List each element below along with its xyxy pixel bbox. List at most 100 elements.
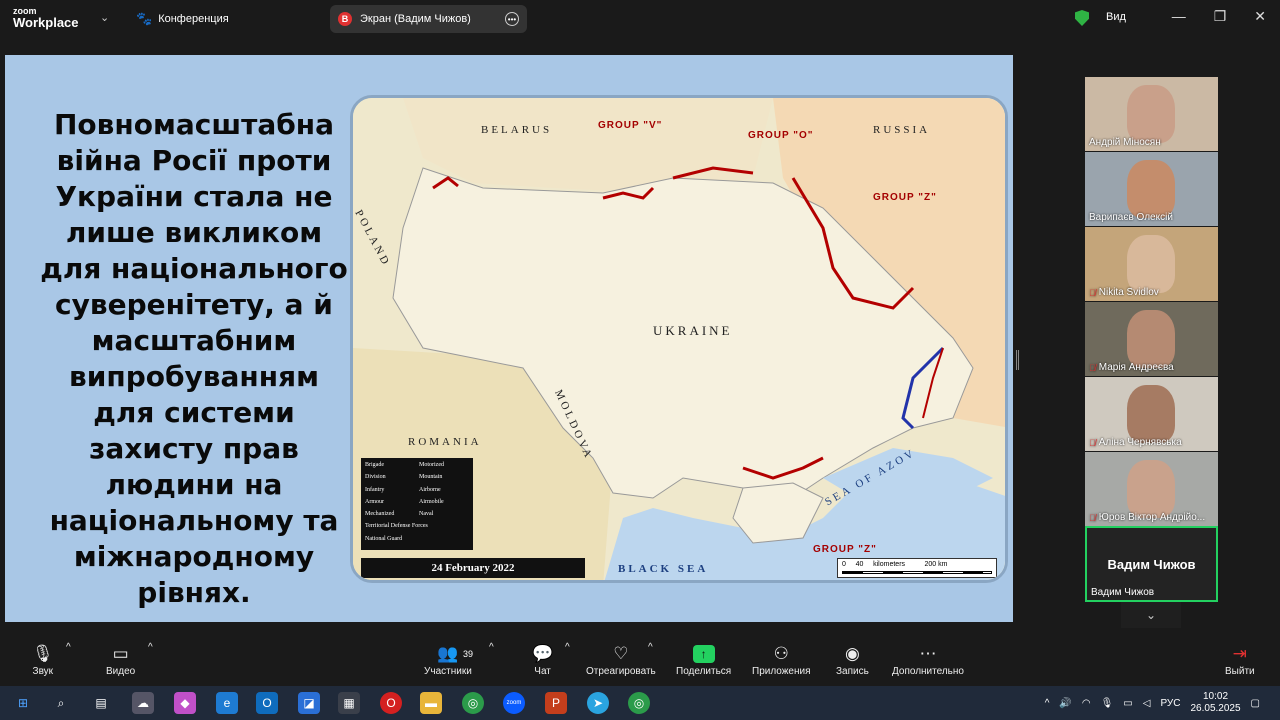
apps-button[interactable]: ⚇ Приложения <box>752 642 811 677</box>
label-russia: RUSSIA <box>873 124 931 136</box>
map-scale: 0 40 kilometers 200 km <box>837 558 997 578</box>
view-button[interactable]: Вид <box>1106 11 1126 23</box>
zoom-taskbar-icon[interactable]: zoom <box>503 692 525 714</box>
participants-options-caret[interactable]: ^ <box>489 642 494 653</box>
language-indicator[interactable]: РУС <box>1160 698 1180 709</box>
label-black-sea: BLACK SEA <box>618 563 709 575</box>
screen-share-indicator[interactable]: В Экран (Вадим Чижов) ••• <box>330 5 527 33</box>
participant-name: Аліна Чернявська <box>1098 437 1182 448</box>
leave-button[interactable]: ⇥ Выйти <box>1225 642 1255 677</box>
clock[interactable]: 10:02 26.05.2025 <box>1190 691 1240 715</box>
mic-muted-icon: 🎙̸ <box>1089 437 1096 448</box>
battery-icon[interactable]: ▭ <box>1123 698 1132 709</box>
react-options-caret[interactable]: ^ <box>648 642 653 653</box>
chevron-down-icon: ⌄ <box>1145 608 1157 622</box>
app-icon[interactable]: ◪ <box>298 692 320 714</box>
audio-button[interactable]: 🎙 Звук <box>32 642 54 677</box>
copilot-icon[interactable]: ◆ <box>174 692 196 714</box>
store-icon[interactable]: ▦ <box>338 692 360 714</box>
participant-tile[interactable]: Варипаєв Олексій <box>1085 152 1218 226</box>
file-explorer-icon[interactable]: ▬ <box>420 692 442 714</box>
participant-tile[interactable]: 🎙̸ Nikita Svidlov <box>1085 227 1218 301</box>
label-group-o: GROUP "O" <box>748 130 814 141</box>
wifi-icon[interactable]: ◠ <box>1082 698 1091 709</box>
ukraine-invasion-map: BELARUS RUSSIA POLAND ROMANIA MOLDOVA UK… <box>350 95 1008 583</box>
react-button[interactable]: ♡ Отреагировать <box>586 642 656 677</box>
mic-tray-icon[interactable]: 🎙 <box>1101 698 1114 709</box>
chat-icon: 💬 <box>532 644 554 663</box>
exit-icon: ⇥ <box>1232 644 1247 663</box>
record-icon: ◉ <box>844 644 860 663</box>
speaker-icon[interactable]: 🔊 <box>1059 698 1071 709</box>
participant-name: Nikita Svidlov <box>1098 287 1159 298</box>
chrome-icon[interactable]: ◎ <box>462 692 484 714</box>
meeting-info-button[interactable]: 🐾 Конференция <box>136 11 229 27</box>
tray-overflow-icon[interactable]: ^ <box>1045 698 1050 709</box>
search-icon[interactable]: ⌕ <box>50 692 72 714</box>
volume-icon[interactable]: ◁ <box>1143 698 1151 709</box>
close-icon[interactable]: ✕ <box>1254 8 1266 25</box>
mic-muted-icon: 🎙̸ <box>1089 512 1096 523</box>
encryption-shield-icon[interactable] <box>1075 10 1089 26</box>
video-options-caret[interactable]: ^ <box>148 642 153 653</box>
label-group-v: GROUP "V" <box>598 120 663 131</box>
label-ukraine: UKRAINE <box>653 323 733 338</box>
heart-icon: ♡ <box>613 644 629 663</box>
map-legend: Brigade Motorized Division Mountain Infa… <box>361 458 473 550</box>
label-belarus: BELARUS <box>481 124 553 136</box>
participants-icon: 👥 <box>437 644 459 663</box>
edge-icon[interactable]: e <box>216 692 238 714</box>
participant-tile[interactable]: 🎙̸ Марія Андреєва <box>1085 302 1218 376</box>
telegram-icon[interactable]: ➤ <box>587 692 609 714</box>
participants-button[interactable]: 👥 Участники <box>424 642 472 677</box>
chrome-profile-icon[interactable]: ◎ <box>628 692 650 714</box>
label-group-z: GROUP "Z" <box>873 192 937 203</box>
participant-name: Андрій Міносян <box>1089 137 1161 148</box>
video-button[interactable]: ▭ Видео <box>106 642 135 677</box>
sharer-avatar-badge: В <box>338 12 352 26</box>
participant-name: Вадим Чижов <box>1091 587 1155 598</box>
video-feed <box>1127 235 1175 293</box>
label-group-z-south: GROUP "Z" <box>813 544 877 555</box>
video-feed <box>1127 85 1175 143</box>
opera-icon[interactable]: O <box>380 692 402 714</box>
chat-options-caret[interactable]: ^ <box>565 642 570 653</box>
video-feed <box>1127 310 1175 368</box>
record-button[interactable]: ◉ Запись <box>836 642 869 677</box>
chevron-down-icon[interactable]: ⌄ <box>100 11 109 24</box>
maximize-icon[interactable]: ❐ <box>1214 8 1227 25</box>
widgets-icon[interactable]: ☁ <box>132 692 154 714</box>
more-icon: ⋯ <box>919 644 937 663</box>
participant-tile[interactable]: 🎙̸ Юров Віктор Андрійо... <box>1085 452 1218 526</box>
participant-name: Марія Андреєва <box>1098 362 1174 373</box>
video-feed <box>1127 385 1175 443</box>
shared-screen: Повномасштабна війна Росії проти України… <box>5 55 1013 622</box>
audio-options-caret[interactable]: ^ <box>66 642 71 653</box>
windows-start-icon[interactable]: ⊞ <box>12 692 34 714</box>
title-bar: zoom Workplace ⌄ 🐾 Конференция В Экран (… <box>0 0 1280 38</box>
more-button[interactable]: ⋯ Дополнительно <box>892 642 964 677</box>
powerpoint-icon[interactable]: P <box>545 692 567 714</box>
minimize-icon[interactable]: — <box>1172 8 1186 25</box>
more-options-icon[interactable]: ••• <box>505 12 519 26</box>
participant-name: Варипаєв Олексій <box>1089 212 1173 223</box>
participants-count: 39 <box>463 649 474 659</box>
scroll-participants-down-button[interactable]: ⌄ <box>1121 602 1181 628</box>
notifications-icon[interactable]: ▢ <box>1251 698 1260 709</box>
screen-share-label: Экран (Вадим Чижов) <box>360 13 471 25</box>
apps-icon: ⚇ <box>773 644 789 663</box>
window-controls: — ❐ ✕ <box>1172 8 1266 25</box>
share-screen-button[interactable]: ↑ Поделиться <box>676 642 731 677</box>
share-arrow-icon: ↑ <box>692 645 715 663</box>
panel-resize-handle[interactable] <box>1016 350 1019 370</box>
outlook-icon[interactable]: O <box>256 692 278 714</box>
active-speaker-tile[interactable]: Вадим Чижов Вадим Чижов <box>1085 526 1218 602</box>
participant-tile[interactable]: 🎙̸ Аліна Чернявська <box>1085 377 1218 451</box>
slide-text: Повномасштабна війна Росії проти України… <box>40 108 348 609</box>
chat-button[interactable]: 💬 Чат <box>532 642 553 677</box>
paw-icon: 🐾 <box>136 11 153 26</box>
participant-tile[interactable]: Андрій Міносян <box>1085 77 1218 151</box>
meeting-name: Конференция <box>158 13 229 25</box>
task-view-icon[interactable]: ▤ <box>90 692 112 714</box>
zoom-logo[interactable]: zoom Workplace <box>13 6 79 29</box>
